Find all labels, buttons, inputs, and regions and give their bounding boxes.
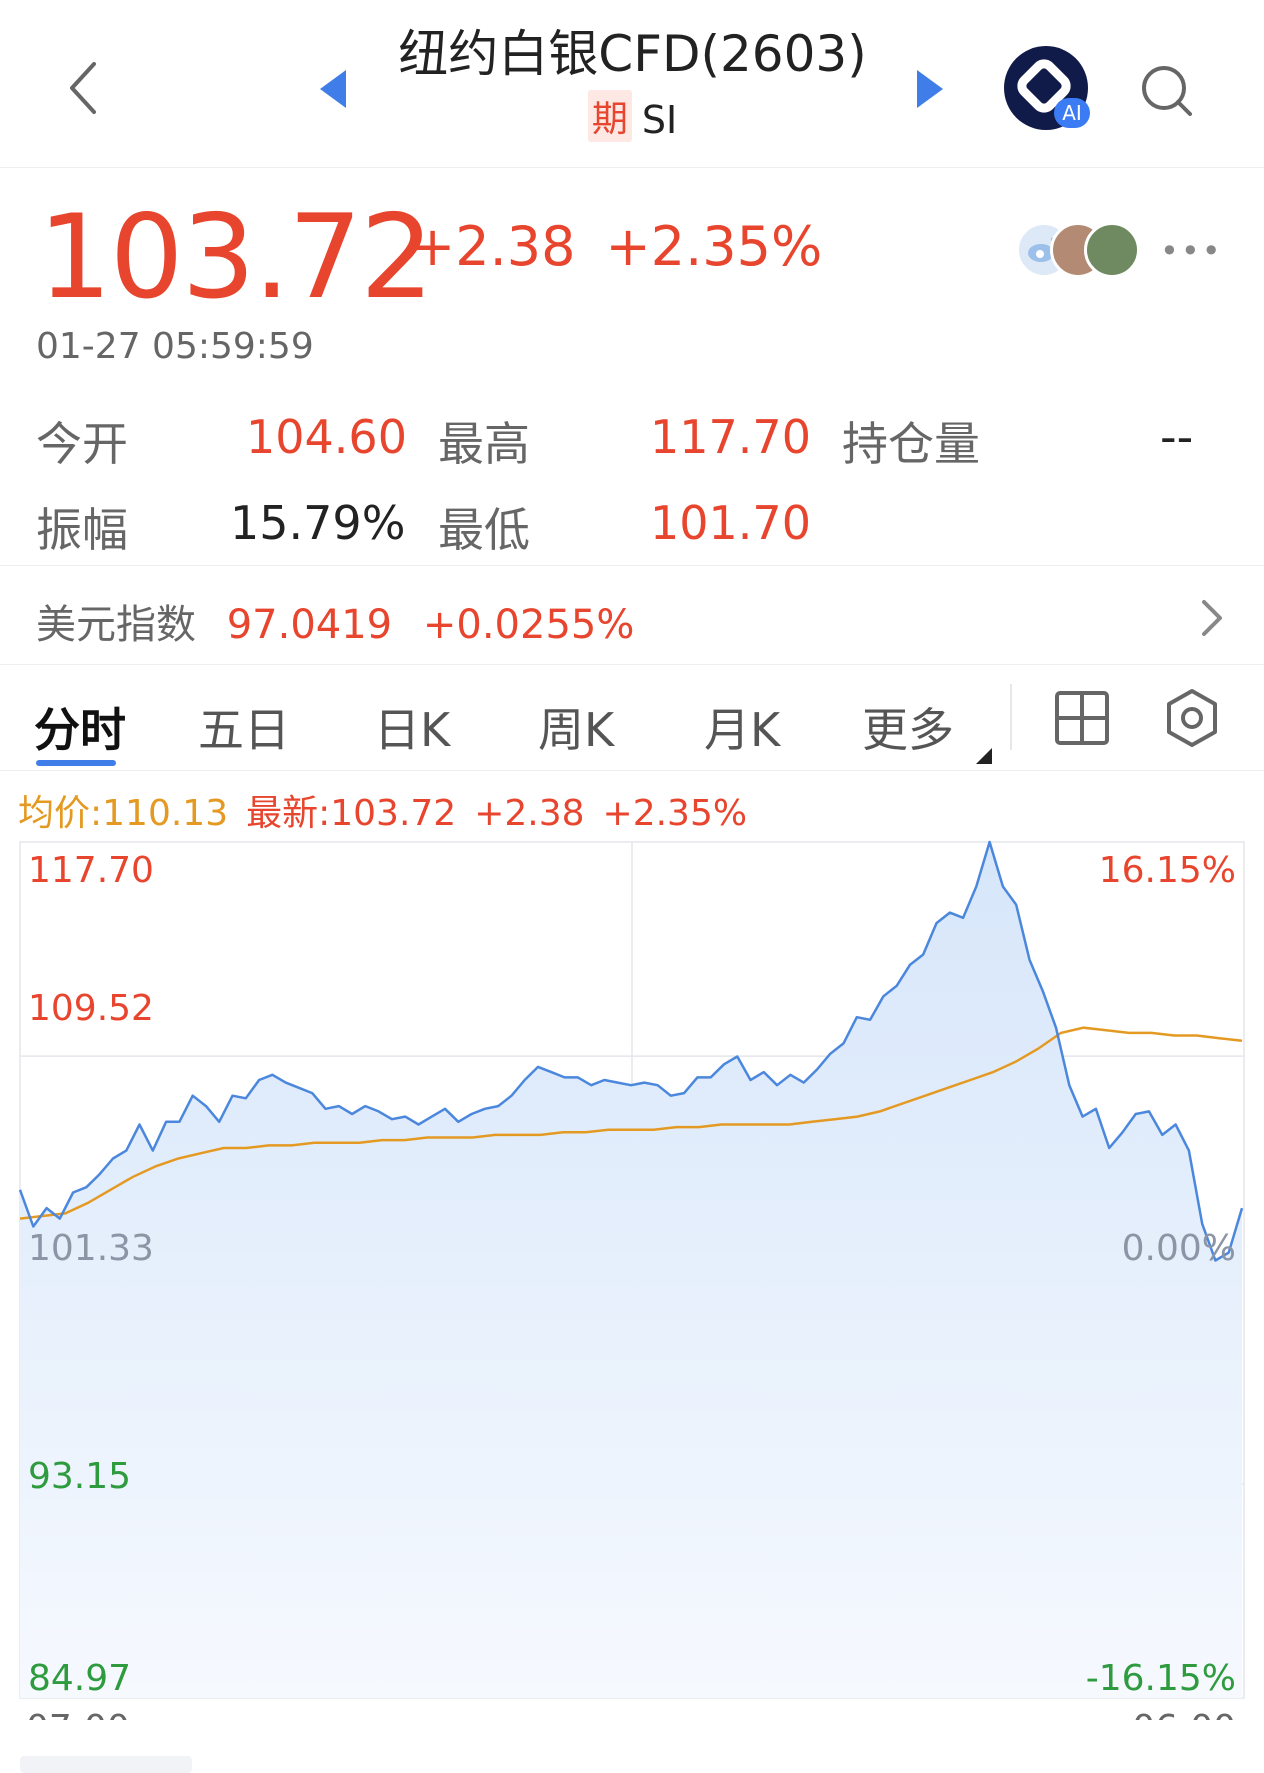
tab-separator: [1010, 684, 1012, 750]
y-axis-label: 84.97: [28, 1658, 131, 1699]
price-area: [20, 842, 1242, 1698]
y-axis-percent-label: 16.15%: [1099, 850, 1236, 891]
tab-intraday[interactable]: 分时: [34, 694, 126, 760]
quote-timestamp: 01-27 05:59:59: [36, 326, 314, 367]
instrument-subtitle: 期 SI: [340, 90, 925, 142]
dropdown-corner-icon: [976, 748, 992, 764]
tab-daily-k[interactable]: 日K: [374, 694, 450, 760]
intraday-chart[interactable]: 117.70 109.52 101.33 93.15 84.97 16.15% 0.00% -…: [0, 820, 1264, 1720]
back-arrow-icon[interactable]: [62, 58, 106, 118]
high-label: 最高: [438, 417, 530, 471]
x-axis-label: 06:00: [1132, 1708, 1236, 1720]
instrument-title: 纽约白银CFD(2603): [398, 25, 867, 83]
low-value: 101.70: [650, 496, 811, 550]
price-change-percent: +2.35%: [605, 215, 823, 278]
futures-badge: 期: [587, 90, 632, 142]
chevron-right-icon[interactable]: [1196, 596, 1226, 640]
y-axis-label: 101.33: [28, 1228, 154, 1269]
open-interest-label: 持仓量: [842, 417, 980, 471]
x-axis-label: 07:00: [26, 1708, 130, 1720]
price-change-group: +2.38 +2.35%: [410, 215, 852, 278]
usd-index-row[interactable]: 美元指数 97.0419 +0.0255%: [36, 592, 634, 650]
y-axis-label: 109.52: [28, 988, 154, 1029]
usd-index-label: 美元指数: [36, 602, 196, 648]
social-avatars[interactable]: [1016, 222, 1146, 278]
instrument-code: SI: [641, 98, 678, 142]
tab-monthly-k[interactable]: 月K: [704, 694, 780, 760]
ai-assistant-button[interactable]: AI: [1004, 46, 1090, 130]
y-axis-percent-label: 0.00%: [1122, 1228, 1236, 1269]
user-avatar: [1084, 222, 1140, 278]
active-tab-indicator: [36, 760, 116, 766]
tab-weekly-k[interactable]: 周K: [538, 694, 614, 760]
high-value: 117.70: [650, 410, 811, 464]
open-value: 104.60: [246, 410, 407, 464]
amplitude-value: 15.79%: [230, 496, 406, 550]
divider: [0, 664, 1264, 665]
price-change: +2.38: [410, 215, 576, 278]
low-label: 最低: [438, 503, 530, 557]
top-bar: 纽约白银CFD(2603) 期 SI AI: [0, 0, 1264, 168]
open-interest-value: --: [1160, 410, 1194, 464]
usd-index-value: 97.0419: [226, 602, 393, 648]
usd-index-change: +0.0255%: [422, 602, 635, 648]
tab-more[interactable]: 更多: [862, 694, 954, 760]
y-axis-label: 117.70: [28, 850, 154, 891]
ai-tag: AI: [1054, 98, 1090, 128]
next-instrument-arrow-icon[interactable]: [917, 70, 943, 108]
tab-five-day[interactable]: 五日: [198, 694, 290, 760]
search-icon[interactable]: [1138, 62, 1198, 122]
divider: [0, 565, 1264, 566]
open-label: 今开: [36, 417, 128, 471]
settings-icon[interactable]: [1162, 688, 1222, 748]
more-options-icon[interactable]: •••: [1160, 232, 1223, 270]
y-axis-percent-label: -16.15%: [1086, 1658, 1236, 1699]
last-price: 103.72: [38, 190, 434, 325]
bottom-tab-stub: [20, 1756, 192, 1773]
amplitude-label: 振幅: [36, 503, 128, 557]
divider: [0, 770, 1264, 771]
layout-grid-icon[interactable]: [1054, 690, 1110, 746]
y-axis-label: 93.15: [28, 1456, 131, 1497]
